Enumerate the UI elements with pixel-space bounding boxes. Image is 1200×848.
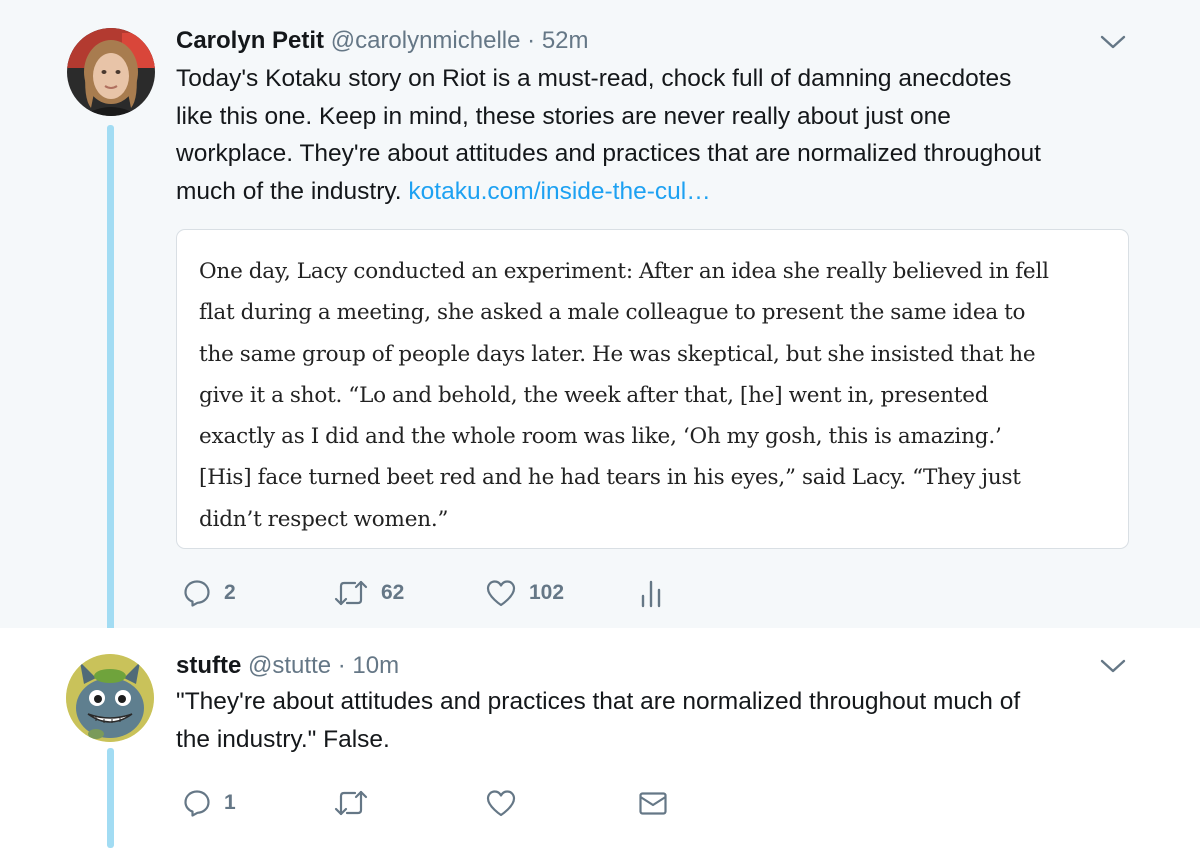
chevron-down-icon[interactable] [1098, 32, 1128, 52]
retweet-button[interactable] [333, 788, 369, 818]
heart-icon [486, 790, 516, 817]
excerpt-line: One day, Lacy conducted an experiment: A… [199, 259, 1049, 284]
retweet-count: 62 [381, 581, 405, 604]
excerpt-text: One day, Lacy conducted an experiment: A… [199, 251, 1099, 540]
heart-icon [486, 580, 516, 607]
thread-connector-line [107, 748, 114, 848]
analytics-button[interactable] [637, 578, 665, 610]
chevron-down-icon[interactable] [1098, 656, 1128, 676]
reply-count: 1 [224, 791, 236, 814]
timestamp[interactable]: 10m [352, 652, 399, 679]
tweet-header: Carolyn Petit @carolynmichelle · 52m [176, 27, 589, 55]
retweet-icon [334, 790, 368, 816]
excerpt-line: didn’t respect women.” [199, 506, 449, 532]
stufte-avatar-image [66, 654, 154, 742]
tweet-text-fragment: much of the industry. [176, 177, 402, 205]
excerpt-line: exactly as I did and the whole room was … [199, 424, 1002, 450]
excerpt-line: give it a shot. “Lo and behold, the week… [199, 382, 989, 408]
reply-button[interactable]: 2 [182, 578, 236, 608]
reply-button[interactable]: 1 [182, 788, 236, 818]
analytics-icon [641, 580, 661, 608]
tweet-text-line: like this one. Keep in mind, these stori… [176, 102, 951, 130]
user-handle[interactable]: @stutte [248, 652, 331, 679]
article-link[interactable]: kotaku.com/inside-the-cul… [408, 178, 710, 205]
separator: · [337, 652, 346, 679]
display-name[interactable]: Carolyn Petit [176, 27, 324, 54]
user-handle[interactable]: @carolynmichelle [331, 27, 521, 54]
reply-icon [184, 580, 210, 607]
tweet-text-line: "They're about attitudes and practices t… [176, 688, 1021, 715]
like-button[interactable] [485, 788, 517, 818]
retweet-button[interactable]: 62 [333, 578, 404, 608]
tweet-stufte[interactable]: stufte @stutte · 10m "They're about atti… [0, 628, 1200, 848]
tweet-text-line: workplace. They're about attitudes and p… [176, 140, 1041, 167]
carolyn-avatar-image [67, 28, 155, 116]
direct-message-button[interactable] [637, 788, 669, 818]
quoted-article-excerpt[interactable]: One day, Lacy conducted an experiment: A… [176, 229, 1129, 549]
tweet-header: stufte @stutte · 10m [176, 652, 399, 680]
tweet-carolyn-petit[interactable]: Carolyn Petit @carolynmichelle · 52m Tod… [0, 0, 1200, 645]
like-button[interactable]: 102 [485, 578, 564, 608]
retweet-icon [334, 580, 368, 606]
tweet-text-line: much of the industry. kotaku.com/inside-… [176, 173, 1156, 211]
timestamp[interactable]: 52m [542, 27, 589, 54]
tweet-text-line: Today's Kotaku story on Riot is a must-r… [176, 65, 1012, 92]
excerpt-line: flat during a meeting, she asked a male … [199, 300, 1026, 326]
reply-count: 2 [224, 581, 236, 604]
tweet-text: Today's Kotaku story on Riot is a must-r… [176, 60, 1156, 210]
tweet-text: "They're about attitudes and practices t… [176, 683, 1156, 758]
display-name[interactable]: stufte [176, 652, 241, 679]
avatar[interactable] [67, 28, 155, 116]
avatar[interactable] [66, 654, 154, 742]
excerpt-line: the same group of people days later. He … [199, 341, 1036, 367]
excerpt-line: [His] face turned beet red and he had te… [199, 465, 1021, 491]
tweet-text-line: the industry." False. [176, 725, 390, 753]
separator: · [527, 27, 536, 54]
reply-icon [184, 790, 210, 817]
thread-connector-line [107, 125, 114, 645]
like-count: 102 [529, 581, 565, 604]
envelope-icon [639, 792, 667, 815]
